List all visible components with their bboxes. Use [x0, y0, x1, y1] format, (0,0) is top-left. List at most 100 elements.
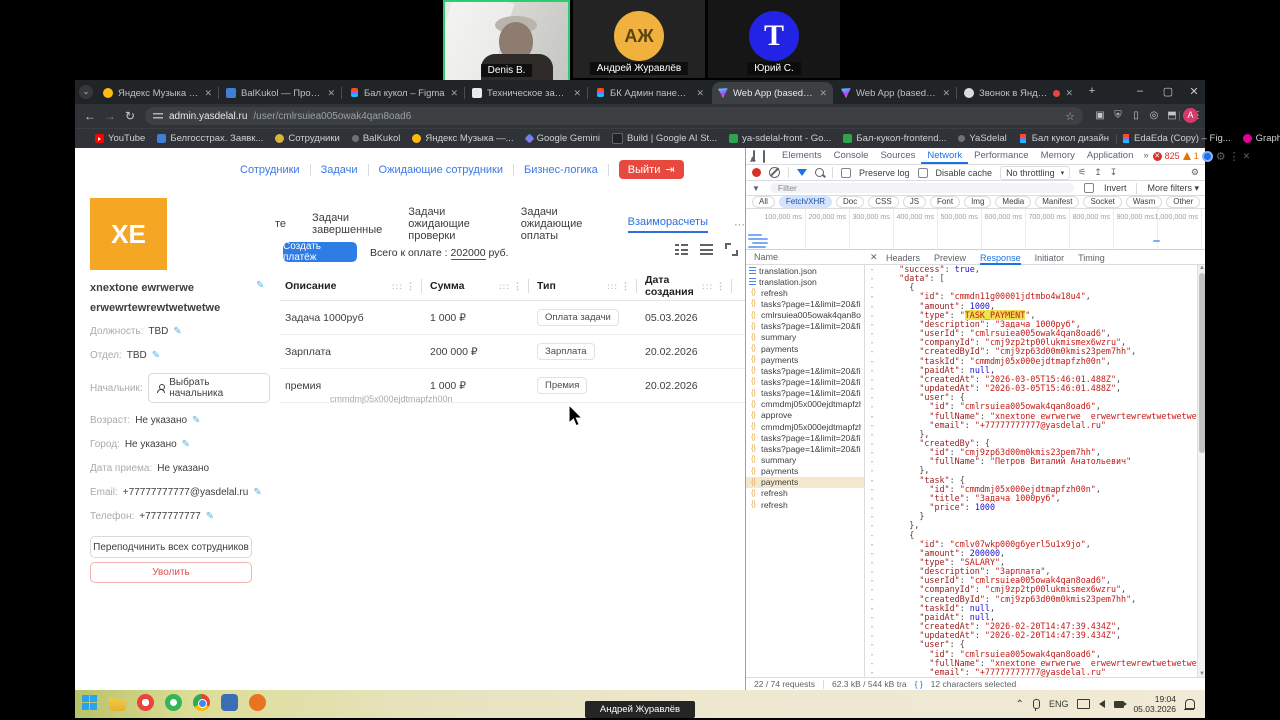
notifications-bell-icon[interactable]: [1184, 699, 1195, 710]
bookmark-item[interactable]: GraphQL Playground: [1242, 133, 1280, 144]
browser-tab[interactable]: BalKukol — Профиль ✕: [220, 82, 342, 104]
devtools-tab-elements[interactable]: Elements: [776, 148, 828, 164]
network-request-row[interactable]: {} refresh: [746, 287, 864, 298]
filter-chip[interactable]: Img: [964, 196, 992, 208]
edit-field-icon[interactable]: ✎: [182, 439, 190, 450]
tray-chevron-icon[interactable]: ⌃: [1016, 699, 1024, 710]
bookmark-item[interactable]: Build | Google AI St...: [611, 133, 717, 144]
section-tab[interactable]: Задачи ожидающие проверки: [408, 206, 494, 242]
column-menu-icon[interactable]: ⋮: [406, 281, 415, 292]
edit-field-icon[interactable]: ✎: [173, 326, 181, 337]
fire-button[interactable]: Уволить: [90, 562, 252, 583]
filter-chip[interactable]: Fetch/XHR: [778, 196, 833, 208]
forward-button[interactable]: →: [101, 107, 119, 125]
filter-chip[interactable]: Font: [930, 196, 961, 208]
detail-tab-response[interactable]: Response: [980, 251, 1021, 265]
bookmark-item[interactable]: EdaEda (Copy) – Fig...: [1121, 133, 1231, 144]
column-header[interactable]: Дата создания::: ⋮: [645, 274, 740, 298]
window-maximize-button[interactable]: ▢: [1161, 85, 1175, 98]
bookmark-item[interactable]: Белгосстрах. Заявк...: [157, 133, 263, 144]
filter-chip[interactable]: Media: [995, 196, 1032, 208]
column-header[interactable]: Тип::: ⋮: [537, 279, 645, 293]
bookmark-item[interactable]: ya-sdelal-front - Go...: [729, 133, 831, 144]
site-settings-icon[interactable]: [153, 112, 163, 120]
nav-link-4[interactable]: Бизнес-логика: [524, 164, 598, 176]
devtools-sync-icon[interactable]: [1201, 150, 1213, 162]
extensions-puzzle-icon[interactable]: ⬒: [1165, 109, 1179, 123]
tab-close-icon[interactable]: ✕: [573, 88, 581, 99]
inspect-element-icon[interactable]: [753, 150, 755, 162]
network-request-row[interactable]: {} tasks?page=1&limit=20&filters%5...: [746, 432, 864, 443]
filter-chip[interactable]: Socket: [1083, 196, 1122, 208]
section-tab[interactable]: те: [275, 218, 286, 230]
invert-checkbox[interactable]: [1084, 183, 1094, 193]
edit-name-icon[interactable]: ✎: [256, 280, 264, 291]
filter-chip[interactable]: Doc: [836, 196, 865, 208]
network-settings-icon[interactable]: ⚙: [1191, 167, 1199, 178]
tray-volume-icon[interactable]: [1099, 700, 1106, 708]
drag-handle-icon[interactable]: :::: [702, 282, 713, 291]
network-request-row[interactable]: {} summary: [746, 332, 864, 343]
section-tab[interactable]: Задачи завершенные: [312, 212, 382, 236]
edit-field-icon[interactable]: ✎: [253, 487, 261, 498]
devtools-tab-console[interactable]: Console: [828, 148, 875, 164]
network-overview-timeline[interactable]: 100,000 ms 200,000 ms 300,000 ms 400,000 ms…: [746, 209, 1205, 250]
bookmark-item[interactable]: Яндекс Музыка —...: [412, 133, 514, 144]
devtools-menu-icon[interactable]: ⋮: [1229, 150, 1240, 163]
nav-link-2[interactable]: Задачи: [321, 164, 358, 176]
address-bar[interactable]: admin.yasdelal.ru/user/cmlrsuiea005owak4…: [145, 107, 1083, 125]
filter-chip[interactable]: CSS: [868, 196, 899, 208]
list-view-icon[interactable]: [700, 243, 713, 256]
participant-avatar-tile[interactable]: АЖ Андрей Журавлёв: [573, 0, 705, 78]
section-tab[interactable]: Задачи ожидающие оплаты: [521, 206, 602, 242]
browser-tab[interactable]: Бал кукол – Figma ✕: [343, 82, 465, 104]
edit-field-icon[interactable]: ✎: [192, 415, 200, 426]
extension-record-icon[interactable]: ◎: [1147, 109, 1161, 123]
throttling-dropdown[interactable]: No throttling ▾: [1000, 165, 1071, 180]
network-request-row[interactable]: {} cmmdmj05x000ejdtmapfzh00n: [746, 399, 864, 410]
extension-shield-icon[interactable]: ⛨: [1111, 109, 1125, 123]
drag-handle-icon[interactable]: :::: [499, 282, 510, 291]
filter-chip[interactable]: Other: [1166, 196, 1201, 208]
clear-network-icon[interactable]: [769, 167, 780, 178]
nav-link-1[interactable]: Сотрудники: [240, 164, 300, 176]
filter-funnel-icon[interactable]: [797, 169, 807, 176]
network-request-row[interactable]: {} payments: [746, 466, 864, 477]
app-orange-icon[interactable]: [249, 694, 266, 711]
browser-tab[interactable]: Web App (based on LiteF ✕: [835, 82, 957, 104]
detail-tab-headers[interactable]: Headers: [886, 251, 920, 265]
participant-video-tile[interactable]: Denis B.: [443, 0, 570, 82]
extension-icon-1[interactable]: ▣: [1093, 109, 1107, 123]
clock[interactable]: 19:04 05.03.2026: [1133, 694, 1176, 714]
network-filter-input[interactable]: Filter: [769, 183, 1075, 193]
response-json-view[interactable]: - "success": true, - "data": [- {- "id": …: [865, 265, 1197, 677]
network-request-row[interactable]: {} tasks?page=1&limit=20&filters%5...: [746, 376, 864, 387]
column-header[interactable]: Сумма::: ⋮: [430, 279, 537, 293]
devtools-tab-performance[interactable]: Performance: [968, 148, 1034, 164]
device-toolbar-icon[interactable]: [763, 149, 765, 163]
bookmark-item[interactable]: BalKukol: [351, 133, 400, 144]
section-tab[interactable]: Взаиморасчеты: [627, 216, 708, 233]
network-request-row[interactable]: {} refresh: [746, 488, 864, 499]
network-request-row[interactable]: {} payments: [746, 476, 864, 488]
devtools-tabs-overflow[interactable]: »: [1141, 148, 1150, 164]
devtools-tab-network[interactable]: Network: [921, 148, 969, 164]
fullscreen-icon[interactable]: [725, 243, 738, 256]
name-column-header[interactable]: Name: [754, 252, 778, 262]
devtools-close-icon[interactable]: ✕: [1243, 151, 1251, 162]
browser-tab[interactable]: БК Админ панель (прос ✕: [589, 82, 710, 104]
tab-close-icon[interactable]: ✕: [1065, 88, 1073, 99]
app-green-icon[interactable]: [165, 694, 182, 711]
column-menu-icon[interactable]: ⋮: [716, 281, 725, 292]
edit-field-icon[interactable]: ✎: [152, 350, 160, 361]
tab-search-icon[interactable]: ⌄: [79, 85, 93, 99]
browser-tab[interactable]: Яндекс Музыка — соби ✕: [97, 82, 219, 104]
edit-field-icon[interactable]: ✎: [206, 511, 214, 522]
detail-tab-preview[interactable]: Preview: [934, 251, 966, 265]
filter-chip[interactable]: All: [752, 196, 775, 208]
browser-tab[interactable]: Звонок в Яндекс Тел ✕: [958, 82, 1079, 104]
disable-cache-checkbox[interactable]: [917, 167, 928, 178]
filter-chip[interactable]: Wasm: [1125, 196, 1163, 208]
column-menu-icon[interactable]: ⋮: [621, 281, 630, 292]
network-request-row[interactable]: {} cmmdmj05x000ejdtmapfzh00n: [746, 421, 864, 432]
